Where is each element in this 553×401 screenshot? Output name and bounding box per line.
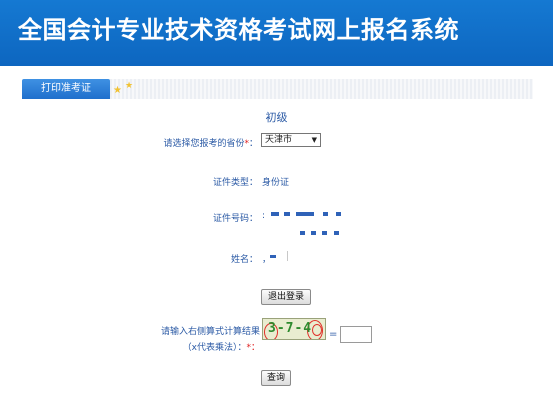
required-marker: *： [246,343,260,353]
chevron-down-icon: ▼ [311,136,317,144]
captcha-label: 请输入右侧算式计算结果 （x代表乘法）：*： [160,324,260,353]
captcha-label-line2: （x代表乘法）：*： [160,340,260,353]
page-title: 全国会计专业技术资格考试网上报名系统 [18,16,459,44]
divider [287,251,288,261]
captcha-answer-input[interactable] [340,326,372,343]
province-label: 请选择您报考的省份*： [150,136,258,149]
captcha-hint: （x代表乘法）： [182,343,247,353]
redaction-block [270,255,276,258]
redaction-block [323,212,328,216]
name-value: ， [262,255,272,265]
name-label: 姓名： [230,255,258,265]
captcha-expression: 3-7-4 [268,321,313,336]
header-banner: 全国会计专业技术资格考试网上报名系统 [0,0,553,66]
redaction-block [284,212,290,216]
province-select[interactable]: 天津市 ▼ [261,133,321,147]
star-icon: ★ [125,81,134,91]
redaction-block [296,212,314,216]
id-type-value: 身份证 [262,178,290,188]
id-type-label: 证件类型： [212,178,258,188]
province-label-colon: ： [248,139,258,149]
logout-button[interactable]: 退出登录 [261,289,311,305]
exam-level-title: 初级 [265,111,288,124]
province-label-text: 请选择您报考的省份 [163,139,245,149]
id-number-colon: : [262,211,266,221]
query-button[interactable]: 查询 [261,370,291,386]
tab-print-admission-ticket[interactable]: 打印准考证 [22,79,110,99]
captcha-image[interactable]: 3-7-4 [262,318,326,340]
equals-sign: = [329,329,338,340]
redaction-block [334,231,339,235]
redaction-block [311,231,316,235]
id-number-label: 证件号码： [212,214,258,224]
redaction-block [336,212,341,216]
redaction-block [300,231,305,235]
star-icon: ★ [113,85,122,96]
redaction-block [322,231,327,235]
captcha-label-line1: 请输入右侧算式计算结果 [160,327,260,337]
captcha-noise [312,324,322,336]
province-selected-value: 天津市 [265,135,293,145]
redaction-block [271,212,279,216]
